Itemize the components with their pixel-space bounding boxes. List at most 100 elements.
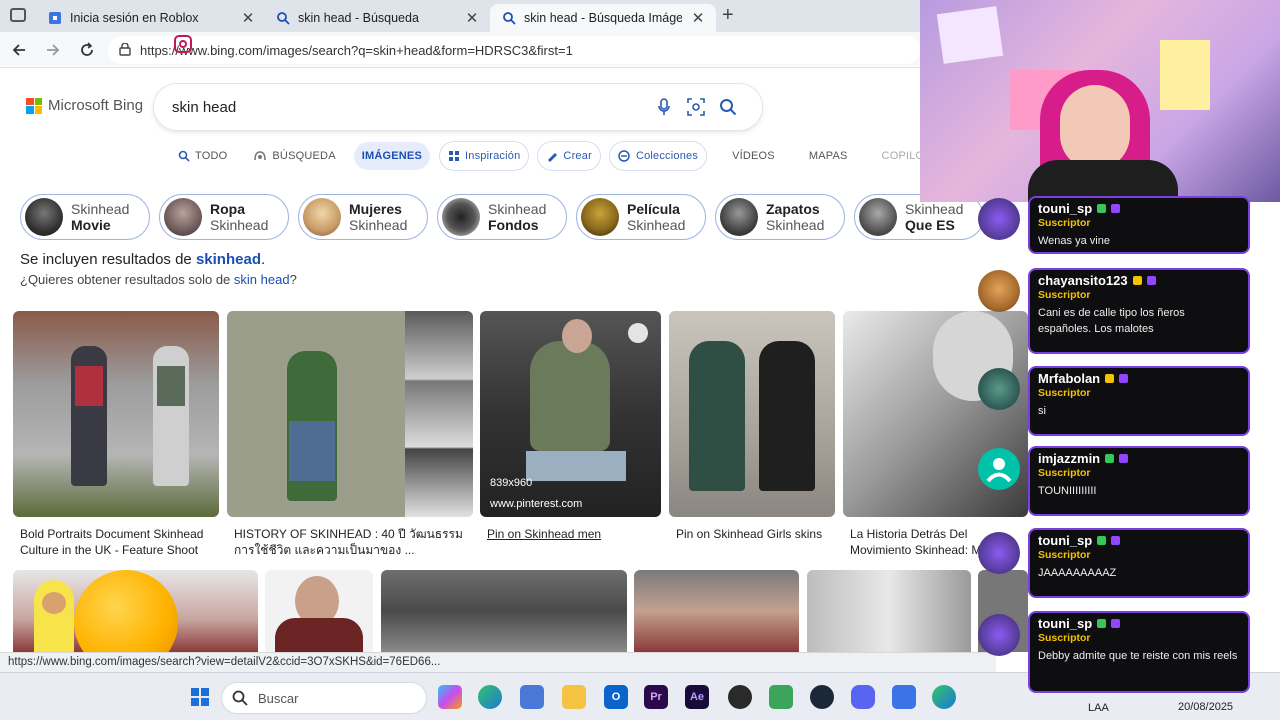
forward-button[interactable]: [42, 39, 64, 61]
only-term-link[interactable]: skin head: [234, 272, 290, 287]
chip-text-top: Zapatos: [766, 201, 820, 217]
image-result[interactable]: [807, 570, 971, 652]
chat-message: touni_sp Suscriptor Wenas ya vine: [1028, 196, 1250, 254]
only-prefix: ¿Quieres obtener resultados solo de: [20, 272, 234, 287]
tab-title: skin head - Búsqueda: [298, 11, 419, 25]
microphone-icon[interactable]: [648, 98, 680, 116]
store-icon[interactable]: [520, 685, 544, 709]
image-result[interactable]: [669, 311, 835, 517]
chip-text-bottom: Skinhead: [349, 217, 408, 233]
scope-collections[interactable]: Colecciones: [610, 142, 706, 170]
copilot-icon: [254, 151, 267, 161]
chip-text-bottom: Que ES: [905, 217, 955, 233]
edge-icon[interactable]: [478, 685, 502, 709]
chip-text-top: Película: [627, 201, 680, 217]
tab-roblox[interactable]: Inicia sesión en Roblox ✕: [36, 4, 266, 32]
tray-date[interactable]: 20/08/2025: [1178, 701, 1233, 713]
edge-icon[interactable]: [932, 685, 956, 709]
steam-icon[interactable]: [810, 685, 834, 709]
app-icon[interactable]: [892, 685, 916, 709]
search-box[interactable]: skin head: [154, 84, 762, 130]
tab-title: Inicia sesión en Roblox: [70, 11, 199, 25]
visual-search-icon[interactable]: [680, 98, 712, 116]
scope-videos[interactable]: VÍDEOS: [724, 142, 783, 170]
chat-message: chayansito123 Suscriptor Cani es de call…: [1028, 268, 1250, 354]
outlook-icon[interactable]: O: [604, 685, 628, 709]
scope-all[interactable]: TODO: [170, 142, 235, 170]
related-chip[interactable]: Mujeres Skinhead: [298, 194, 428, 240]
chat-role: Suscriptor: [1038, 467, 1091, 479]
instagram-icon: [174, 35, 192, 53]
back-button[interactable]: [8, 39, 30, 61]
chip-thumbnail: [303, 198, 341, 236]
discord-icon[interactable]: [851, 685, 875, 709]
inspiration-icon: [449, 151, 460, 161]
site-info-icon[interactable]: [118, 43, 132, 57]
visual-search-icon[interactable]: [628, 323, 648, 343]
chat-username: imjazzmin: [1038, 451, 1101, 466]
related-chip[interactable]: Película Skinhead: [576, 194, 706, 240]
scope-label: VÍDEOS: [732, 150, 775, 162]
close-tab-icon[interactable]: ✕: [690, 9, 706, 27]
included-term-link[interactable]: skinhead: [196, 251, 261, 268]
scope-maps[interactable]: MAPAS: [801, 142, 856, 170]
related-chip[interactable]: Skinhead Fondos: [437, 194, 567, 240]
scope-inspiration[interactable]: Inspiración: [440, 142, 528, 170]
tab-actions-icon[interactable]: [10, 8, 26, 22]
premiere-icon[interactable]: Pr: [644, 685, 668, 709]
bing-logo[interactable]: Microsoft Bing: [26, 97, 143, 114]
image-caption[interactable]: Bold Portraits Document Skinhead Culture…: [20, 526, 220, 558]
scope-label: COPILO: [881, 150, 925, 162]
image-caption[interactable]: Pin on Skinhead Girls skins: [676, 526, 836, 542]
chip-text-top: Ropa: [210, 201, 245, 217]
close-tab-icon[interactable]: ✕: [464, 9, 480, 27]
windows-start-icon[interactable]: [188, 685, 212, 709]
tray-language[interactable]: LAA: [1088, 702, 1109, 714]
scope-images[interactable]: IMÁGENES: [353, 142, 431, 170]
roblox-icon: [48, 11, 62, 25]
taskbar-search[interactable]: Buscar: [222, 683, 426, 713]
chip-text-top: Skinhead: [71, 201, 130, 217]
image-result[interactable]: [634, 570, 799, 652]
search-icon[interactable]: [712, 98, 744, 116]
after-effects-icon[interactable]: Ae: [685, 685, 709, 709]
chat-text: TOUNIIIIIIIII: [1038, 485, 1097, 497]
scope-label: Crear: [563, 150, 592, 162]
related-chip[interactable]: Zapatos Skinhead: [715, 194, 845, 240]
chip-text-top: Mujeres: [349, 201, 402, 217]
scope-search[interactable]: BÚSQUEDA: [245, 142, 343, 170]
copilot-icon[interactable]: [438, 685, 462, 709]
image-result[interactable]: [227, 311, 473, 517]
search-icon: [502, 11, 516, 25]
image-result[interactable]: [265, 570, 373, 652]
related-chip[interactable]: Ropa Skinhead: [159, 194, 289, 240]
scope-create[interactable]: Crear: [538, 142, 600, 170]
close-tab-icon[interactable]: ✕: [240, 9, 256, 27]
url-field[interactable]: https://www.bing.com/images/search?q=ski…: [108, 36, 920, 64]
tab-title: skin head - Búsqueda Imágenes: [524, 11, 682, 25]
related-searches: Skinhead Movie Ropa Skinhead Mujeres Skinhe…: [20, 194, 984, 240]
file-explorer-icon[interactable]: [562, 685, 586, 709]
app-icon[interactable]: [769, 685, 793, 709]
image-result[interactable]: [381, 570, 627, 652]
chip-thumbnail: [25, 198, 63, 236]
image-caption[interactable]: HISTORY OF SKINHEAD : 40 ปี วัฒนธรรม การ…: [234, 526, 474, 558]
image-result[interactable]: 839x960 www.pinterest.com: [480, 311, 661, 517]
scope-label: MAPAS: [808, 150, 848, 162]
image-caption[interactable]: Pin on Skinhead men: [487, 526, 657, 542]
reload-button[interactable]: [76, 39, 98, 61]
related-chip[interactable]: Skinhead Movie: [20, 194, 150, 240]
new-tab-button[interactable]: +: [722, 4, 734, 27]
back-arrow-icon: [12, 44, 25, 56]
tab-search[interactable]: skin head - Búsqueda ✕: [264, 4, 490, 32]
obs-icon[interactable]: [728, 685, 752, 709]
chat-text: si: [1038, 405, 1046, 417]
forward-arrow-icon: [47, 44, 60, 56]
tab-image-search[interactable]: skin head - Búsqueda Imágenes ✕: [490, 4, 716, 32]
image-result[interactable]: [13, 311, 219, 517]
user-icon: [986, 458, 1012, 483]
search-input[interactable]: skin head: [172, 99, 648, 116]
chip-text-bottom: Skinhead: [210, 217, 269, 233]
chat-message: touni_sp Suscriptor JAAAAAAAAAZ: [1028, 528, 1250, 598]
image-size-label: 839x960: [490, 477, 533, 489]
